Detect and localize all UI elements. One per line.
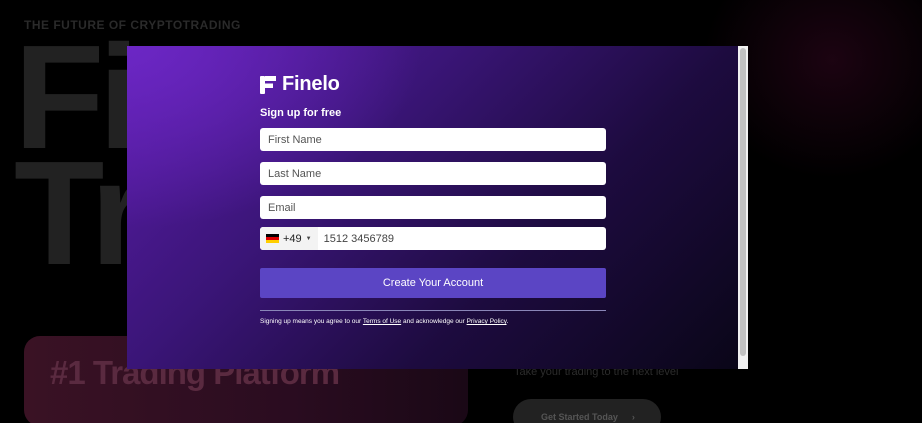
germany-flag-icon: [266, 234, 279, 243]
brand-name: Finelo: [282, 73, 340, 95]
form-title: Sign up for free: [260, 107, 342, 119]
get-started-label: Get Started Today: [541, 412, 618, 422]
create-account-button[interactable]: Create Your Account: [260, 268, 606, 298]
last-name-field[interactable]: Last Name: [260, 162, 606, 185]
privacy-policy-link[interactable]: Privacy Policy: [467, 318, 507, 325]
country-code: +49: [283, 232, 302, 245]
modal-scrollbar[interactable]: [738, 46, 748, 369]
email-placeholder: Email: [268, 201, 296, 214]
legal-notice: Signing up means you agree to our Terms …: [260, 318, 508, 325]
last-name-placeholder: Last Name: [268, 167, 322, 180]
legal-suffix: .: [506, 318, 509, 325]
scrollbar-thumb[interactable]: [740, 48, 746, 356]
chevron-right-icon: ›: [631, 412, 635, 422]
email-field[interactable]: Email: [260, 196, 606, 219]
phone-field: +49 ▼ 1512 3456789: [260, 227, 606, 250]
country-code-select[interactable]: +49 ▼: [260, 227, 318, 250]
signup-modal-content: Finelo Sign up for free First Name Last …: [127, 46, 738, 369]
finelo-logo-icon: [260, 75, 276, 94]
hero-heading-line2: Tr: [14, 131, 148, 296]
first-name-placeholder: First Name: [268, 133, 322, 146]
divider: [260, 310, 606, 311]
first-name-field[interactable]: First Name: [260, 128, 606, 151]
legal-middle: and acknowledge our: [401, 318, 467, 325]
terms-of-use-link[interactable]: Terms of Use: [363, 318, 401, 325]
hero-heading: Fi Tr: [14, 24, 148, 288]
phone-number-input[interactable]: 1512 3456789: [318, 233, 394, 245]
legal-prefix: Signing up means you agree to our: [260, 318, 363, 325]
chevron-down-icon: ▼: [305, 235, 312, 242]
brand: Finelo: [260, 73, 340, 96]
get-started-button[interactable]: Get Started Today ›: [513, 399, 661, 423]
signup-modal: Finelo Sign up for free First Name Last …: [127, 46, 748, 369]
